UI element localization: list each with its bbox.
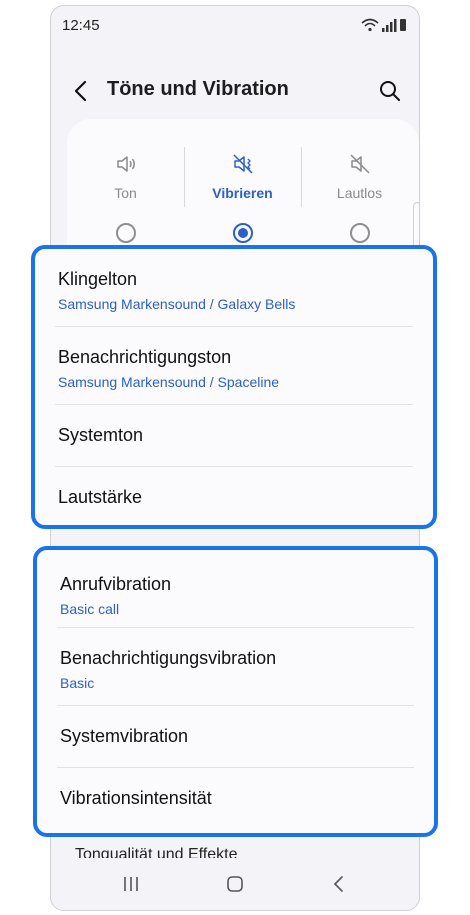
list-item-call-vibration[interactable]: Anrufvibration Basic call <box>57 550 414 628</box>
wifi-icon <box>361 18 379 32</box>
mute-icon <box>349 154 370 174</box>
row-title: Benachrichtigungsvibration <box>60 648 277 668</box>
mode-option-sound[interactable]: Ton <box>67 119 184 249</box>
mode-option-vibrate[interactable]: Vibrieren <box>184 119 301 249</box>
recent-apps-icon[interactable] <box>119 872 143 896</box>
speaker-icon <box>116 156 135 172</box>
list-item-ringtone[interactable]: Klingelton Samsung Markensound / Galaxy … <box>55 249 413 327</box>
vibration-settings-group: Anrufvibration Basic call Benachrichtigu… <box>33 546 438 837</box>
row-subtitle: Basic call <box>60 601 120 617</box>
mode-label-mute: Lautlos <box>336 185 383 201</box>
back-icon[interactable] <box>69 78 95 104</box>
list-item-system-vibration[interactable]: Systemvibration <box>57 706 414 768</box>
sound-settings-group: Klingelton Samsung Markensound / Galaxy … <box>31 245 437 529</box>
mode-radio-sound[interactable] <box>115 223 136 243</box>
row-title: Benachrichtigungston <box>58 347 232 367</box>
list-item-notification-vibration[interactable]: Benachrichtigungsvibration Basic <box>57 628 414 706</box>
row-subtitle: Basic <box>60 675 95 691</box>
row-subtitle: Samsung Markensound / Spaceline <box>58 374 280 390</box>
mode-radio-mute[interactable] <box>349 223 370 243</box>
mode-radio-vibrate[interactable] <box>232 223 253 243</box>
list-item-volume[interactable]: Lautstärke <box>55 467 413 529</box>
list-item-vibration-intensity[interactable]: Vibrationsintensität <box>57 768 414 830</box>
list-item-system-sound[interactable]: Systemton <box>55 405 413 467</box>
status-time: 12:45 <box>62 17 100 34</box>
home-icon[interactable] <box>223 872 247 896</box>
search-icon[interactable] <box>377 78 403 104</box>
row-title: Systemvibration <box>60 726 189 746</box>
status-bar: 12:45 <box>51 6 419 44</box>
row-title: Systemton <box>58 425 144 445</box>
back-nav-icon[interactable] <box>327 872 351 896</box>
row-subtitle: Samsung Markensound / Galaxy Bells <box>58 296 296 312</box>
vibrate-icon <box>232 154 253 174</box>
navigation-bar <box>51 858 419 910</box>
header: Töne und Vibration <box>51 66 419 116</box>
status-icons <box>361 18 407 32</box>
mode-label-vibrate: Vibrieren <box>212 185 273 201</box>
mode-label-sound: Ton <box>114 185 137 201</box>
row-title: Vibrationsintensität <box>60 788 212 808</box>
list-item-notification-sound[interactable]: Benachrichtigungston Samsung Markensound… <box>55 327 413 405</box>
row-title: Anrufvibration <box>60 574 172 594</box>
row-title: Klingelton <box>58 269 138 289</box>
row-title: Lautstärke <box>58 487 143 507</box>
battery-icon <box>400 19 406 31</box>
page-title: Töne und Vibration <box>107 78 289 100</box>
mode-option-mute[interactable]: Lautlos <box>301 119 418 249</box>
signal-icon <box>382 19 397 32</box>
